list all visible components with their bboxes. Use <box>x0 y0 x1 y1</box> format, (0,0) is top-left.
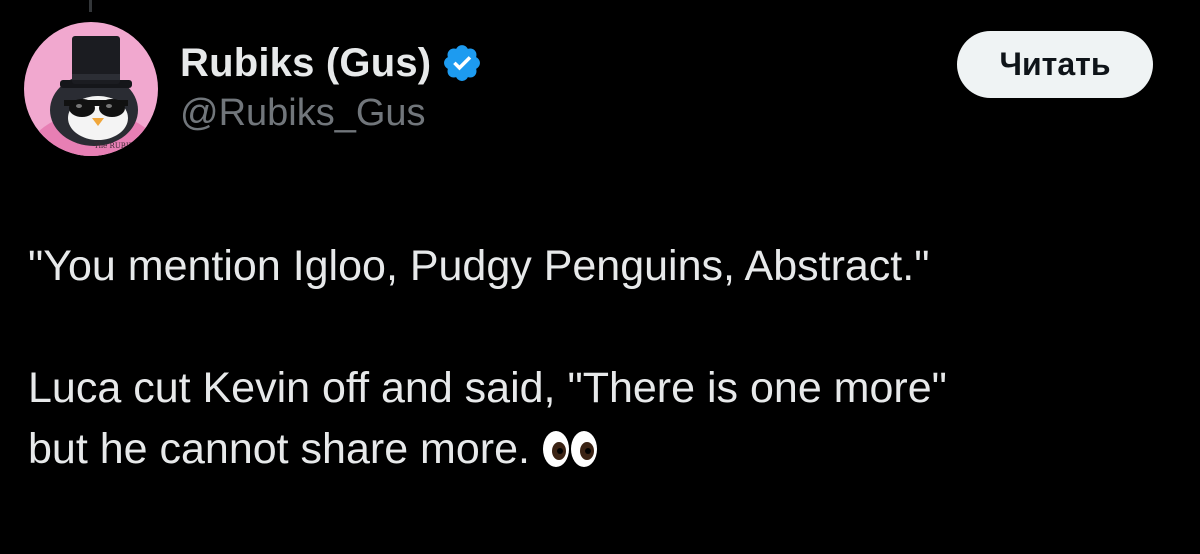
svg-text:The RUBIKS: The RUBIKS <box>94 142 139 150</box>
penguin-top-hat-avatar-icon: The RUBIKS <box>24 22 158 156</box>
eyes-emoji-icon <box>540 425 600 486</box>
tweet-paragraph-last-line: but he cannot share more. <box>28 419 1178 486</box>
user-handle[interactable]: @Rubiks_Gus <box>180 92 483 135</box>
verified-badge-icon <box>441 42 483 84</box>
tweet-header: Rubiks (Gus) @Rubiks_Gus <box>180 38 483 135</box>
tweet-paragraph: Luca cut Kevin off and said, "There is o… <box>28 364 947 412</box>
tweet-line-text: but he cannot share more. <box>28 425 530 473</box>
follow-button[interactable]: Читать <box>957 31 1153 98</box>
tweet-paragraph: "You mention Igloo, Pudgy Penguins, Abst… <box>28 242 930 290</box>
tweet-text: "You mention Igloo, Pudgy Penguins, Abst… <box>28 236 1178 486</box>
thread-connector-line <box>89 0 92 12</box>
name-row: Rubiks (Gus) <box>180 38 483 88</box>
avatar[interactable]: The RUBIKS <box>24 22 158 156</box>
display-name[interactable]: Rubiks (Gus) <box>180 41 431 86</box>
